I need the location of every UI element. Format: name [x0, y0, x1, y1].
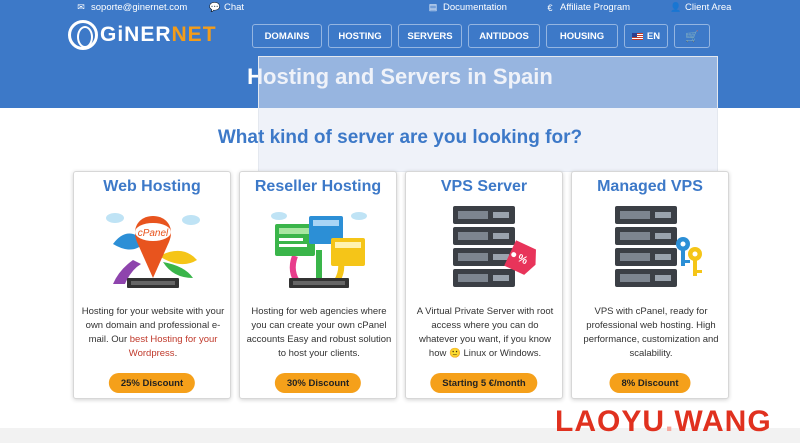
nav-antiddos[interactable]: ANTIDDOS — [468, 24, 540, 48]
wordpress-hosting-link[interactable]: best Hosting for your Wordpress — [129, 334, 218, 359]
user-icon: 👤 — [670, 2, 682, 12]
card-title: Web Hosting — [103, 178, 201, 195]
card-managed-vps[interactable]: Managed VPS VPS with cPanel, ready for p… — [571, 171, 729, 399]
card-description: Hosting for your website with your own d… — [81, 306, 225, 359]
keys-icon — [676, 237, 702, 276]
language-selector[interactable]: EN — [624, 24, 668, 48]
nav-hosting[interactable]: HOSTING — [328, 24, 392, 48]
client-area-text: Client Area — [685, 2, 732, 13]
card-title: Managed VPS — [597, 178, 703, 195]
discount-badge[interactable]: 25% Discount — [108, 373, 196, 393]
card-description: Hosting for web agencies where you can c… — [246, 306, 392, 359]
utility-bar: ✉ soporte@ginernet.com 💬 Chat ▤ Document… — [0, 0, 800, 16]
cart-icon: 🛒 — [685, 30, 699, 43]
us-flag-icon — [631, 32, 643, 40]
price-badge[interactable]: Starting 5 €/month — [430, 373, 538, 393]
logo[interactable]: GiNERNET — [68, 17, 217, 53]
smile-emoji-icon: 🙂 — [448, 348, 461, 359]
document-icon: ▤ — [428, 2, 438, 12]
card-title: Reseller Hosting — [254, 178, 382, 195]
client-area-link[interactable]: 👤 Client Area — [670, 2, 731, 13]
card-description: VPS with cPanel, ready for professional … — [583, 306, 719, 359]
email-text: soporte@ginernet.com — [91, 2, 188, 13]
logo-suffix: NET — [171, 23, 217, 46]
chat-icon: 💬 — [209, 2, 221, 12]
card-title: VPS Server — [440, 178, 528, 195]
affiliate-text: Affiliate Program — [560, 2, 631, 13]
reseller-illustration-icon — [271, 212, 367, 288]
logo-text: GiNERNET — [100, 23, 217, 47]
section-subtitle: What kind of server are you looking for? — [217, 127, 583, 148]
chat-link[interactable]: 💬 Chat — [209, 2, 244, 13]
discount-badge[interactable]: 30% Discount — [274, 373, 362, 393]
card-vps-server[interactable]: VPS Server % A Virtual Private Server wi… — [405, 171, 563, 399]
card-web-hosting[interactable]: Web Hosting cPanel Hosting for your webs… — [73, 171, 231, 399]
cart-button[interactable]: 🛒 — [674, 24, 710, 48]
logo-globe-icon — [68, 20, 98, 50]
chat-text: Chat — [224, 2, 245, 13]
svg-text:cPanel: cPanel — [138, 228, 169, 239]
euro-icon: € — [547, 2, 553, 13]
card-reseller-hosting[interactable]: Reseller Hosting Hosting for web agencie… — [239, 171, 397, 399]
affiliate-link[interactable]: € Affiliate Program — [545, 2, 630, 13]
watermark: LAOYU.WANG — [555, 405, 772, 438]
nav-housing[interactable]: HOUSING — [546, 24, 618, 48]
background-overlay — [258, 56, 718, 172]
discount-badge[interactable]: 8% Discount — [609, 373, 691, 393]
card-description: A Virtual Private Server with root acces… — [416, 306, 554, 359]
documentation-link[interactable]: ▤ Documentation — [428, 2, 507, 13]
email-link[interactable]: ✉ soporte@ginernet.com — [76, 2, 187, 13]
nav-servers[interactable]: SERVERS — [398, 24, 462, 48]
documentation-text: Documentation — [443, 2, 507, 13]
logo-prefix: GiNER — [100, 23, 172, 46]
server-rack-icon: % — [453, 206, 536, 287]
cpanel-illustration-icon: cPanel — [106, 213, 200, 288]
nav-domains[interactable]: DOMAINS — [252, 24, 322, 48]
envelope-icon: ✉ — [77, 2, 85, 12]
managed-server-icon — [615, 206, 702, 287]
